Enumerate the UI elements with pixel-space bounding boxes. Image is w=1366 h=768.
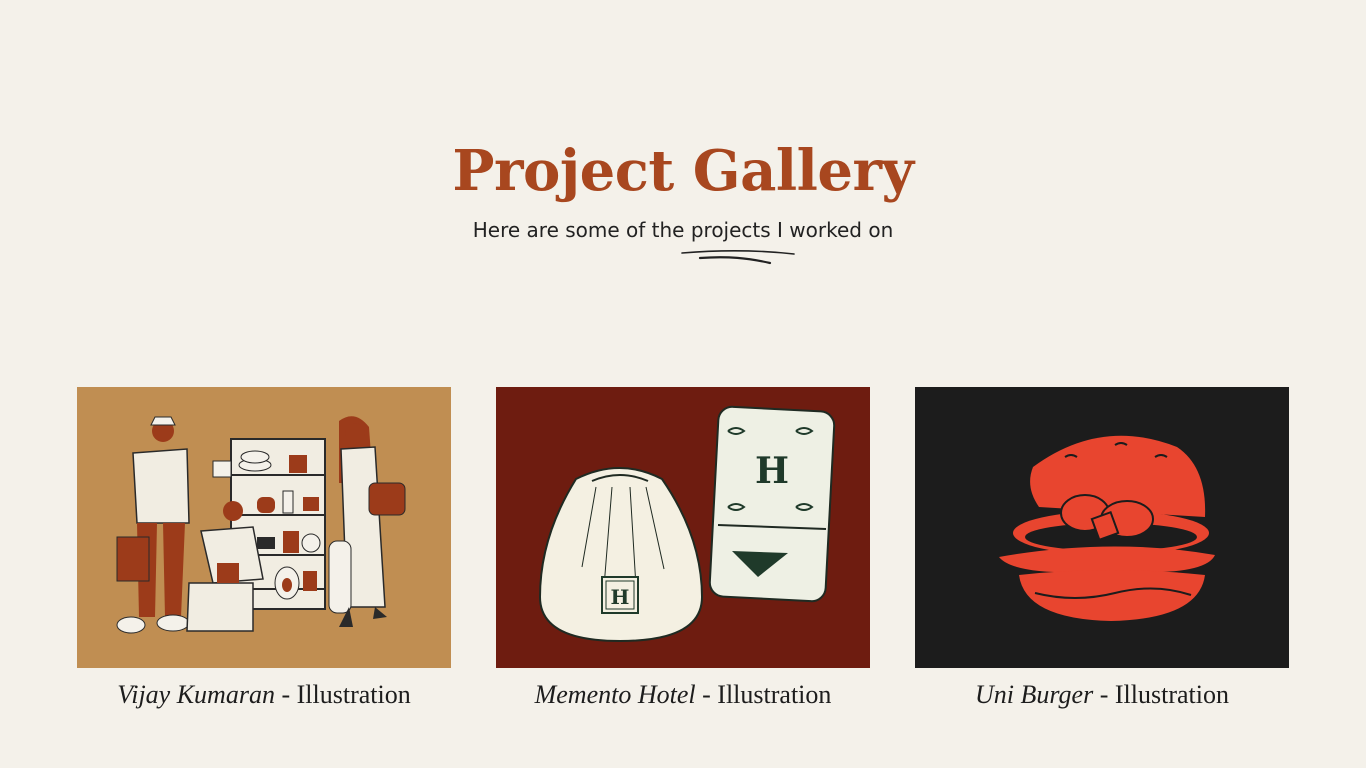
caption-separator: - bbox=[1093, 680, 1115, 709]
caption-separator: - bbox=[274, 680, 297, 709]
project-caption-uni-burger: Uni Burger - Illustration bbox=[915, 680, 1289, 710]
underline-scribble-icon bbox=[681, 250, 795, 265]
project-card-uni-burger[interactable]: Uni Burger - Illustration bbox=[915, 387, 1289, 717]
project-name: Memento Hotel bbox=[534, 680, 696, 709]
project-caption-memento-hotel: Memento Hotel - Illustration bbox=[496, 680, 870, 710]
project-caption-vijay-kumaran: Vijay Kumaran - Illustration bbox=[77, 680, 451, 710]
page-subtitle: Here are some of the projects I worked o… bbox=[472, 218, 894, 242]
project-name: Uni Burger bbox=[975, 680, 1094, 709]
project-image-vijay-kumaran[interactable] bbox=[77, 387, 451, 668]
caption-separator: - bbox=[695, 680, 718, 709]
svg-text:H: H bbox=[755, 450, 789, 492]
hotel-bag-keycard-illustration-icon: H H bbox=[496, 387, 870, 668]
burger-illustration-icon bbox=[915, 387, 1289, 668]
project-gallery: Vijay Kumaran - Illustration H H Memento… bbox=[77, 387, 1289, 717]
project-type: Illustration bbox=[296, 680, 411, 709]
project-image-uni-burger[interactable] bbox=[915, 387, 1289, 668]
project-name: Vijay Kumaran bbox=[117, 680, 275, 709]
project-image-memento-hotel[interactable]: H H bbox=[496, 387, 870, 668]
page-title: Project Gallery bbox=[452, 138, 914, 204]
project-type: Illustration bbox=[717, 680, 832, 709]
people-shelf-illustration-icon bbox=[77, 387, 451, 668]
svg-text:H: H bbox=[611, 585, 630, 609]
project-type: Illustration bbox=[1114, 680, 1229, 709]
project-card-vijay-kumaran[interactable]: Vijay Kumaran - Illustration bbox=[77, 387, 451, 717]
project-card-memento-hotel[interactable]: H H Memento Hotel - Illustration bbox=[496, 387, 870, 717]
